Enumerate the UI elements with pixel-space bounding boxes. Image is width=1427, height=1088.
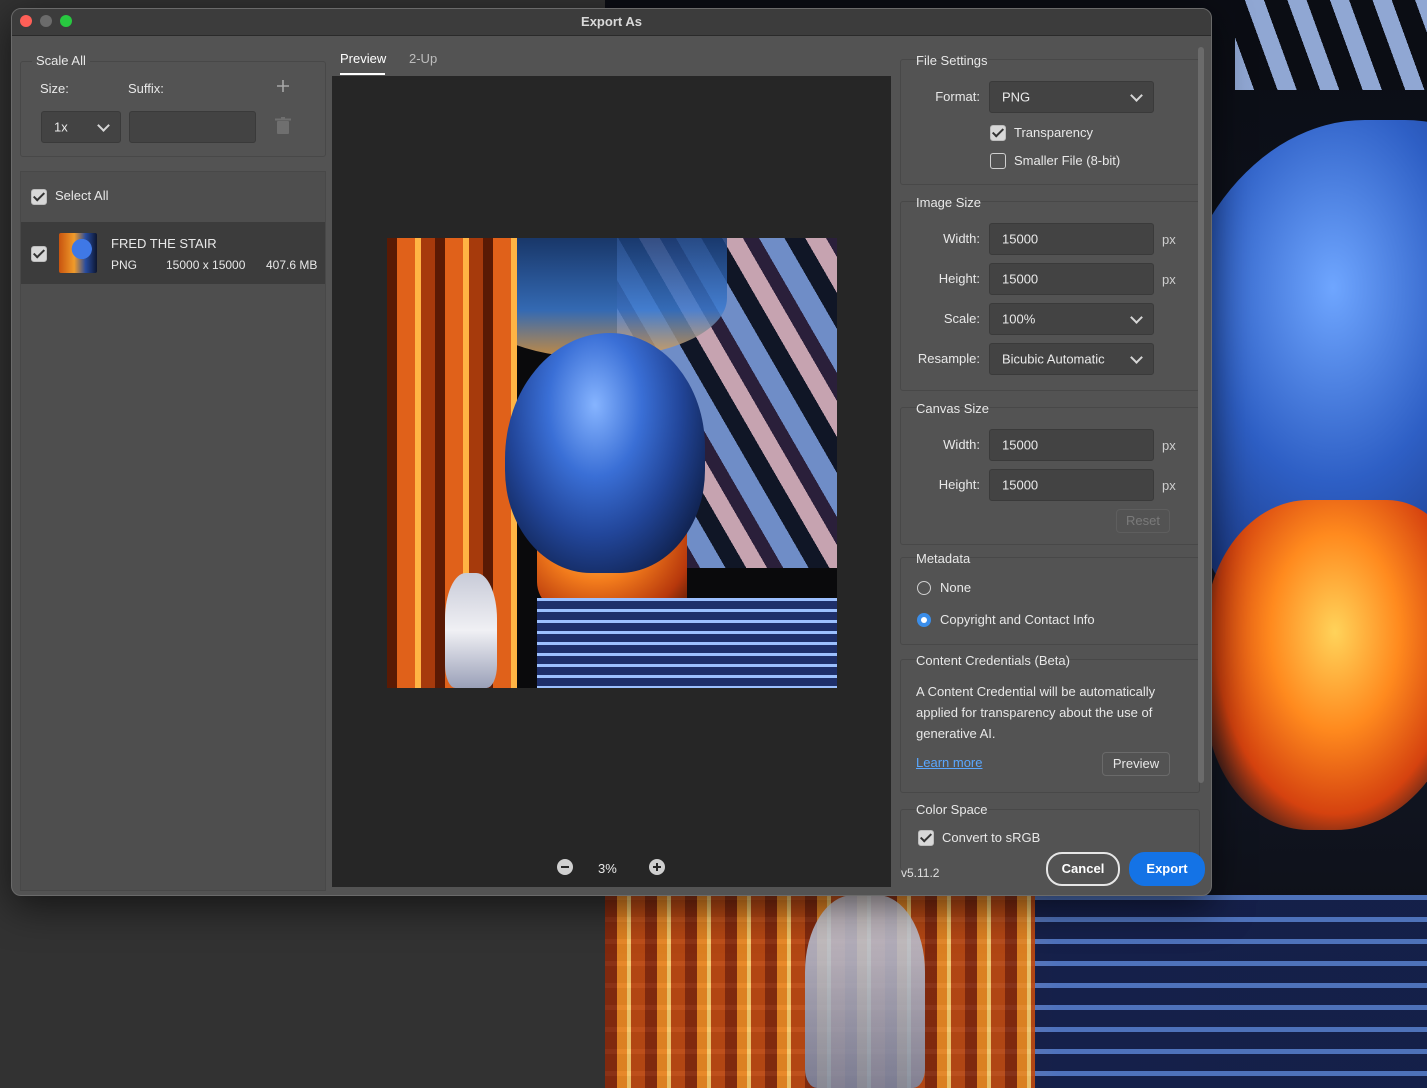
image-width-input[interactable]: 15000 — [989, 223, 1154, 255]
select-all-label: Select All — [55, 188, 109, 203]
plus-icon[interactable] — [276, 79, 290, 93]
chevron-down-icon — [97, 119, 110, 132]
asset-list: Select All FRED THE STAIR PNG 15000 x 15… — [20, 171, 326, 891]
settings-panel: File Settings Format: PNG Transparency S… — [900, 51, 1200, 870]
asset-dimensions: 15000 x 15000 — [166, 258, 246, 272]
chevron-down-icon — [1130, 311, 1143, 324]
zoom-level: 3% — [598, 861, 617, 876]
scale-label: Scale: — [943, 311, 980, 326]
image-stairs — [537, 598, 837, 688]
asset-checkbox[interactable] — [31, 246, 47, 262]
suffix-label: Suffix: — [128, 81, 164, 96]
color-space-title: Color Space — [916, 802, 988, 817]
asset-thumbnail — [59, 233, 97, 273]
canvas-height-label: Height: — [938, 477, 980, 492]
canvas-width-unit: px — [1162, 438, 1176, 453]
image-height-label: Height: — [938, 271, 980, 286]
metadata-none-radio[interactable] — [917, 581, 931, 595]
image-size-title: Image Size — [916, 195, 982, 210]
suffix-input[interactable] — [129, 111, 256, 143]
image-height-value: 15000 — [1002, 271, 1039, 287]
content-credentials-title: Content Credentials (Beta) — [916, 653, 1070, 668]
description-line: applied for transparency about the use o… — [916, 705, 1153, 720]
asset-format: PNG — [111, 258, 138, 272]
metadata-copyright-radio[interactable] — [917, 613, 931, 627]
smaller-file-checkbox[interactable] — [990, 153, 1006, 169]
tab-2-up[interactable]: 2-Up — [409, 51, 437, 66]
zoom-out-icon[interactable] — [557, 859, 573, 875]
image-head — [505, 333, 705, 573]
scale-dropdown[interactable]: 100% — [989, 303, 1154, 335]
scale-all-legend: Scale All — [32, 53, 90, 68]
select-all-checkbox[interactable] — [31, 189, 47, 205]
reset-button[interactable]: Reset — [1116, 509, 1170, 533]
image-height-unit: px — [1162, 272, 1176, 287]
image-figure — [445, 573, 497, 688]
asset-name: FRED THE STAIR — [111, 236, 217, 251]
size-label: Size: — [40, 81, 69, 96]
format-value: PNG — [1002, 89, 1031, 105]
settings-scrollbar[interactable] — [1198, 47, 1204, 783]
transparency-label: Transparency — [1014, 125, 1093, 140]
description-line: generative AI. — [916, 726, 996, 741]
zoom-controls: 3% — [332, 856, 891, 880]
canvas-size-title: Canvas Size — [916, 401, 989, 416]
canvas-height-value: 15000 — [1002, 477, 1039, 493]
title-bar: Export As — [12, 9, 1211, 36]
chevron-down-icon — [1130, 351, 1143, 364]
metadata-none-label: None — [940, 580, 972, 595]
background-figure — [805, 895, 925, 1088]
format-dropdown[interactable]: PNG — [989, 81, 1154, 113]
export-as-dialog: Export As Scale All Size: Suffix: 1x Sel… — [11, 8, 1212, 896]
background-glow — [1205, 500, 1427, 830]
metadata-section — [900, 557, 1200, 645]
credentials-preview-button[interactable]: Preview — [1102, 752, 1170, 776]
convert-srgb-label: Convert to sRGB — [942, 830, 1041, 845]
image-width-value: 15000 — [1002, 231, 1039, 247]
asset-row[interactable]: FRED THE STAIR PNG 15000 x 15000 407.6 M… — [21, 222, 325, 284]
preview-image — [387, 238, 837, 688]
version-label: v5.11.2 — [901, 866, 940, 880]
format-label: Format: — [935, 89, 980, 104]
cancel-button[interactable]: Cancel — [1046, 852, 1120, 886]
trash-icon[interactable] — [275, 117, 291, 135]
learn-more-link[interactable]: Learn more — [916, 755, 982, 770]
canvas-width-input[interactable]: 15000 — [989, 429, 1154, 461]
size-value: 1x — [54, 119, 68, 135]
scale-value: 100% — [1002, 311, 1036, 327]
image-width-unit: px — [1162, 232, 1176, 247]
content-credentials-description: A Content Credential will be automatical… — [916, 681, 1186, 744]
asset-size: 407.6 MB — [266, 258, 318, 272]
canvas-width-value: 15000 — [1002, 437, 1039, 453]
convert-srgb-checkbox[interactable] — [918, 830, 934, 846]
active-tab-indicator — [340, 73, 385, 75]
metadata-copyright-label: Copyright and Contact Info — [940, 612, 1095, 627]
canvas-height-unit: px — [1162, 478, 1176, 493]
chevron-down-icon — [1130, 89, 1143, 102]
preview-canvas[interactable]: 3% — [332, 76, 891, 887]
image-width-label: Width: — [943, 231, 980, 246]
metadata-title: Metadata — [916, 551, 971, 566]
export-button[interactable]: Export — [1129, 852, 1205, 886]
dialog-title: Export As — [581, 14, 642, 29]
resample-label: Resample: — [917, 351, 980, 366]
canvas-width-label: Width: — [943, 437, 980, 452]
background-rays — [1235, 0, 1427, 90]
image-height-input[interactable]: 15000 — [989, 263, 1154, 295]
tab-preview[interactable]: Preview — [340, 51, 386, 66]
smaller-file-label: Smaller File (8-bit) — [1014, 153, 1121, 168]
canvas-height-input[interactable]: 15000 — [989, 469, 1154, 501]
left-panel: Scale All Size: Suffix: 1x Select All FR… — [20, 51, 326, 891]
transparency-checkbox[interactable] — [990, 125, 1006, 141]
description-line: A Content Credential will be automatical… — [916, 684, 1156, 699]
file-settings-title: File Settings — [916, 53, 988, 68]
resample-value: Bicubic Automatic — [1002, 351, 1105, 367]
preview-tabs: Preview 2-Up — [332, 43, 892, 73]
resample-dropdown[interactable]: Bicubic Automatic — [989, 343, 1154, 375]
zoom-in-icon[interactable] — [649, 859, 665, 875]
size-dropdown[interactable]: 1x — [41, 111, 121, 143]
